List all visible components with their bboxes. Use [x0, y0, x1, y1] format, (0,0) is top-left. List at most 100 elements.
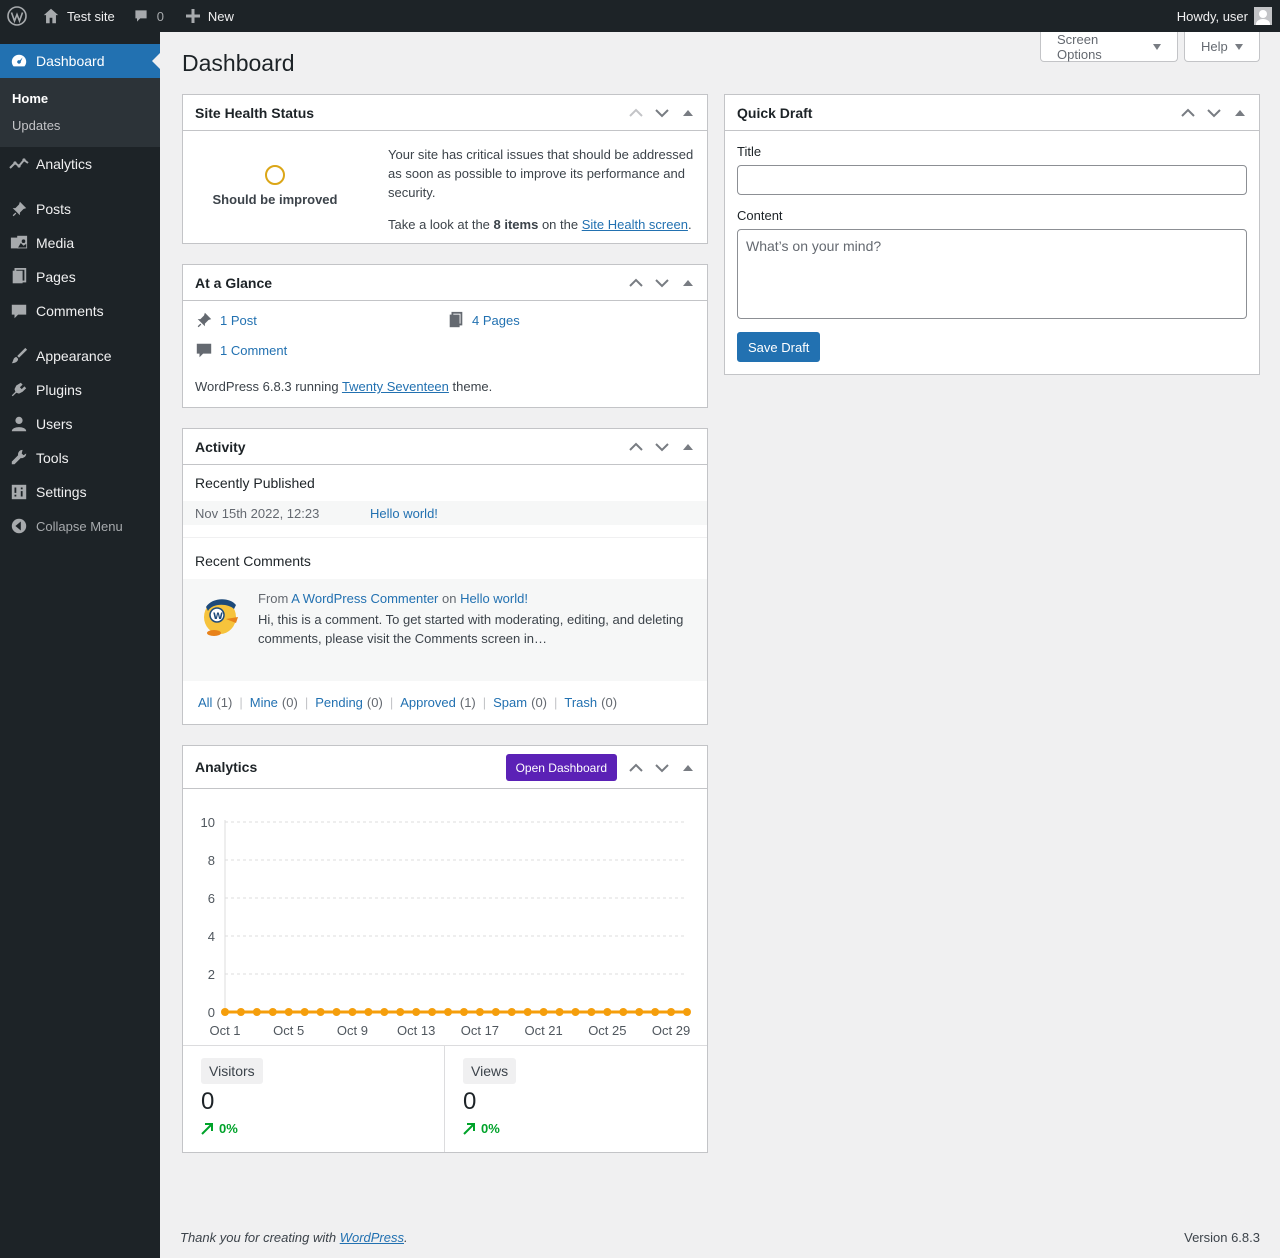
menu-dashboard[interactable]: Dashboard — [0, 44, 160, 78]
comment-filter-links: All (1) | Mine (0) | Pending (0) | Approved (1) | Sp… — [198, 695, 617, 710]
glance-posts-link[interactable]: 1 Post — [195, 311, 257, 329]
filter-link-spam[interactable]: Spam — [493, 695, 527, 710]
x-tick-label: Oct 1 — [209, 1023, 240, 1038]
filter-separator: | — [239, 695, 243, 710]
filter-count: (0) — [281, 695, 298, 710]
site-health-screen-link[interactable]: Site Health screen — [582, 217, 688, 232]
filter-link-trash[interactable]: Trash — [564, 695, 597, 710]
submenu-updates[interactable]: Updates — [0, 112, 160, 139]
views-label: Views — [463, 1058, 517, 1084]
x-tick-label: Oct 13 — [397, 1023, 435, 1038]
my-account[interactable]: Howdy, user — [1177, 0, 1272, 32]
menu-users[interactable]: Users — [0, 407, 160, 441]
move-up-icon[interactable] — [623, 265, 649, 301]
widget-header: Activity — [183, 429, 707, 465]
glance-comments-link[interactable]: 1 Comment — [195, 341, 287, 359]
filter-link-pending[interactable]: Pending — [315, 695, 363, 710]
move-down-icon[interactable] — [649, 95, 675, 131]
widget-header: At a Glance — [183, 265, 707, 301]
menu-appearance[interactable]: Appearance — [0, 339, 160, 373]
draft-title-input[interactable] — [737, 165, 1247, 195]
menu-users-label: Users — [36, 416, 73, 432]
glance-pages-link[interactable]: 4 Pages — [447, 311, 520, 329]
x-tick-label: Oct 29 — [652, 1023, 690, 1038]
comment-author-link[interactable]: A WordPress Commenter — [291, 591, 438, 606]
filter-link-approved[interactable]: Approved — [400, 695, 456, 710]
move-up-icon[interactable] — [1175, 95, 1201, 131]
comment-bubble-icon — [135, 10, 147, 22]
site-name: Test site — [67, 8, 115, 24]
open-dashboard-button[interactable]: Open Dashboard — [505, 754, 617, 781]
screen-options-button[interactable]: Screen Options — [1040, 32, 1178, 62]
menu-comments[interactable]: Comments — [0, 294, 160, 328]
y-tick-label: 0 — [208, 1005, 215, 1020]
visitors-stat: Visitors 0 0% — [183, 1046, 445, 1152]
menu-media[interactable]: Media — [0, 226, 160, 260]
comments-link[interactable]: 0 — [125, 0, 172, 32]
data-point — [539, 1008, 548, 1016]
site-name-link[interactable]: Test site — [34, 0, 123, 32]
post-title-link[interactable]: Hello world! — [370, 506, 438, 521]
collapse-menu-button[interactable]: Collapse Menu — [0, 509, 160, 543]
theme-link[interactable]: Twenty Seventeen — [342, 379, 449, 394]
wordpress-link[interactable]: WordPress — [340, 1230, 404, 1245]
data-point — [571, 1008, 580, 1016]
draft-content-textarea[interactable] — [737, 229, 1247, 319]
health-status-circle-icon — [265, 165, 285, 185]
menu-plugins-label: Plugins — [36, 382, 82, 398]
move-up-icon[interactable] — [623, 95, 649, 131]
visitors-pct: 0% — [219, 1121, 238, 1136]
menu-pages[interactable]: Pages — [0, 260, 160, 294]
pushpin-icon — [9, 199, 29, 219]
move-down-icon[interactable] — [1201, 95, 1227, 131]
trend-up-arrow-icon — [201, 1122, 213, 1135]
filter-separator: | — [482, 695, 487, 710]
menu-analytics[interactable]: Analytics — [0, 147, 160, 181]
filter-count: (0) — [531, 695, 547, 710]
filter-link-mine[interactable]: Mine — [250, 695, 278, 710]
footer-version: Version 6.8.3 — [1184, 1230, 1260, 1245]
wordpress-logo-icon[interactable] — [0, 0, 34, 32]
toggle-panel-icon[interactable] — [675, 746, 701, 789]
data-point — [635, 1008, 644, 1016]
toggle-panel-icon[interactable] — [675, 265, 701, 301]
menu-settings[interactable]: Settings — [0, 475, 160, 509]
save-draft-button[interactable]: Save Draft — [737, 332, 821, 362]
glance-comments-label: 1 Comment — [220, 342, 288, 358]
toggle-panel-icon[interactable] — [675, 429, 701, 465]
move-up-icon[interactable] — [623, 429, 649, 465]
submenu-home[interactable]: Home — [0, 85, 160, 112]
help-button[interactable]: Help — [1184, 32, 1260, 62]
quick-draft-widget: Quick Draft Title Content Save Draft — [724, 94, 1260, 375]
health-on-the: on the — [538, 217, 582, 232]
comment-post-link[interactable]: Hello world! — [460, 591, 528, 606]
admin-sidebar: Dashboard Home Updates Analytics Posts M… — [0, 32, 160, 1258]
move-down-icon[interactable] — [649, 265, 675, 301]
menu-posts[interactable]: Posts — [0, 192, 160, 226]
move-up-icon[interactable] — [623, 746, 649, 789]
menu-tools-label: Tools — [36, 450, 69, 466]
menu-tools[interactable]: Tools — [0, 441, 160, 475]
menu-plugins[interactable]: Plugins — [0, 373, 160, 407]
move-down-icon[interactable] — [649, 746, 675, 789]
new-content-link[interactable]: New — [178, 0, 242, 32]
filter-count: (1) — [459, 695, 476, 710]
toggle-panel-icon[interactable] — [675, 95, 701, 131]
wrench-icon — [9, 448, 29, 468]
svg-text:W: W — [213, 612, 223, 622]
at-a-glance-widget: At a Glance 1 Post 4 Pages 1 Comment Wor… — [182, 264, 708, 408]
footer-period: . — [404, 1230, 408, 1245]
y-tick-label: 10 — [201, 815, 215, 830]
recently-published-heading: Recently Published — [195, 475, 315, 491]
data-point — [491, 1008, 500, 1016]
toggle-panel-icon[interactable] — [1227, 95, 1253, 131]
widget-title: Site Health Status — [195, 104, 315, 121]
widget-header: Quick Draft — [725, 95, 1259, 131]
dashboard-submenu: Home Updates — [0, 78, 160, 147]
move-down-icon[interactable] — [649, 429, 675, 465]
data-point — [683, 1008, 691, 1016]
filter-link-all[interactable]: All — [198, 695, 212, 710]
screen-options-label: Screen Options — [1057, 31, 1102, 62]
data-point — [380, 1008, 389, 1016]
footer-thanks: Thank you for creating with WordPress. — [180, 1230, 408, 1245]
